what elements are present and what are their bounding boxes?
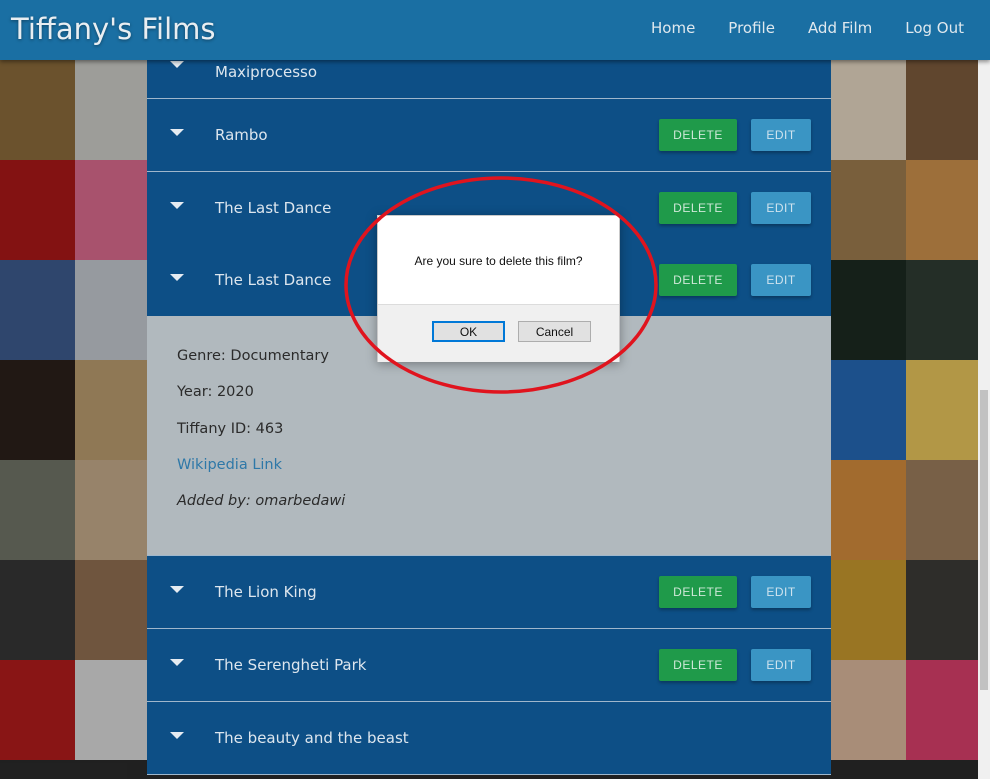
chevron-down-icon[interactable] (170, 202, 184, 209)
film-item[interactable]: The beauty and the beast (147, 702, 831, 775)
chevron-down-icon[interactable] (170, 659, 184, 666)
film-item[interactable]: The Serengheti Park DELETE EDIT (147, 629, 831, 702)
film-item[interactable]: The Lion King DELETE EDIT (147, 556, 831, 629)
chevron-down-icon[interactable] (170, 732, 184, 739)
delete-button[interactable]: DELETE (659, 264, 737, 296)
chevron-down-icon[interactable] (170, 61, 184, 68)
nav-home-link[interactable]: Home (651, 19, 695, 37)
dialog-message: Are you sure to delete this film? (414, 254, 583, 268)
nav-add-film-link[interactable]: Add Film (808, 19, 872, 37)
chevron-down-icon[interactable] (170, 129, 184, 136)
film-title: The Lion King (215, 583, 317, 601)
nav-links: Home Profile Add Film Log Out (618, 19, 964, 37)
top-navbar: Tiffany's Films Home Profile Add Film Lo… (0, 0, 990, 60)
nav-logout-link[interactable]: Log Out (905, 19, 964, 37)
delete-button[interactable]: DELETE (659, 576, 737, 608)
film-added-by: Added by: omarbedawi (177, 493, 346, 509)
edit-button[interactable]: EDIT (751, 119, 811, 151)
brand-title[interactable]: Tiffany's Films (11, 12, 216, 46)
delete-button[interactable]: DELETE (659, 119, 737, 151)
film-genre: Genre: Documentary (177, 348, 329, 364)
delete-button[interactable]: DELETE (659, 649, 737, 681)
film-list: Maxiprocesso Rambo DELETE EDIT The Last … (147, 44, 831, 779)
edit-button[interactable]: EDIT (751, 576, 811, 608)
film-title: The Serengheti Park (215, 656, 367, 674)
chevron-down-icon[interactable] (170, 586, 184, 593)
film-title: The beauty and the beast (215, 729, 409, 747)
cancel-button[interactable]: Cancel (518, 321, 591, 342)
edit-button[interactable]: EDIT (751, 264, 811, 296)
film-title: The Last Dance (215, 199, 332, 217)
wikipedia-link[interactable]: Wikipedia Link (177, 457, 282, 473)
edit-button[interactable]: EDIT (751, 192, 811, 224)
confirm-dialog: Are you sure to delete this film? OK Can… (377, 215, 620, 362)
film-year: Year: 2020 (177, 384, 254, 400)
delete-button[interactable]: DELETE (659, 192, 737, 224)
film-title: The Last Dance (215, 271, 332, 289)
dialog-footer: OK Cancel (378, 304, 619, 362)
edit-button[interactable]: EDIT (751, 649, 811, 681)
film-item[interactable]: Rambo DELETE EDIT (147, 99, 831, 172)
film-title: Rambo (215, 126, 268, 144)
page-scrollbar[interactable] (978, 60, 990, 779)
ok-button[interactable]: OK (432, 321, 505, 342)
film-tiffany-id: Tiffany ID: 463 (177, 421, 284, 437)
scrollbar-thumb[interactable] (980, 390, 988, 690)
film-title: Maxiprocesso (215, 63, 317, 81)
chevron-down-icon[interactable] (170, 274, 184, 281)
nav-profile-link[interactable]: Profile (728, 19, 775, 37)
